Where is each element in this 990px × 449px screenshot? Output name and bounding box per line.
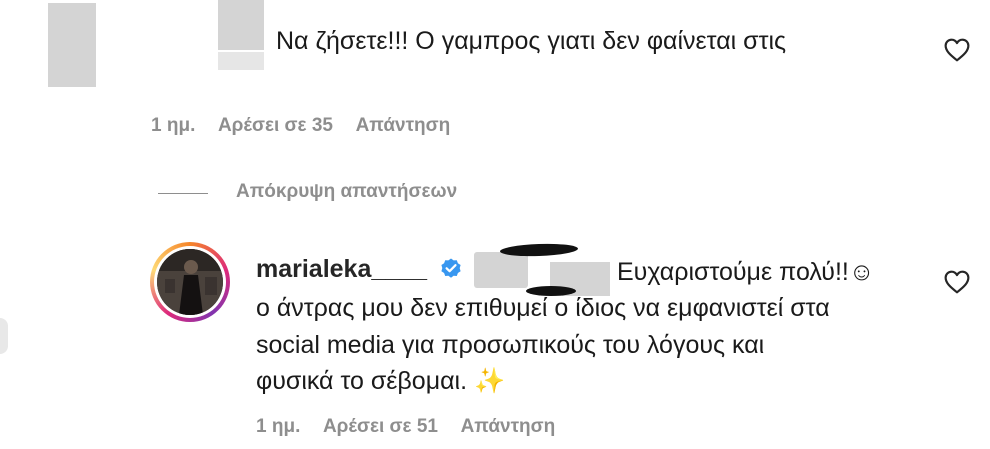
- comment-2-meta: 1 ημ. Αρέσει σε 51 Απάντηση: [256, 416, 573, 438]
- censored-mention: [474, 252, 528, 288]
- comment-2-line-1: Ευχαριστούμε πολύ!!☺: [617, 258, 875, 286]
- avatar-photo: [157, 249, 223, 315]
- censored-avatar: [48, 3, 96, 87]
- comment-1-time[interactable]: 1 ημ.: [151, 115, 195, 136]
- comment-2-header: marialeka____: [256, 255, 463, 284]
- person-silhouette-icon: [157, 249, 223, 315]
- comment-2-line-2: ο άντρας μου δεν επιθυμεί ο ίδιος να εμφ…: [256, 294, 830, 322]
- comment-1-likes[interactable]: Αρέσει σε 35: [218, 115, 333, 136]
- edge-shadow: [0, 318, 8, 354]
- avatar[interactable]: [150, 242, 230, 322]
- verified-badge-icon: [441, 258, 462, 278]
- comment-1-reply-button[interactable]: Απάντηση: [356, 115, 451, 136]
- heart-outline-icon[interactable]: [944, 38, 970, 62]
- comment-2-line-4: φυσικά το σέβομαι. ✨: [256, 367, 506, 395]
- censored-username: [218, 0, 264, 50]
- comment-2-time[interactable]: 1 ημ.: [256, 416, 300, 437]
- username-link[interactable]: marialeka____: [256, 255, 427, 283]
- replies-divider-line: [158, 193, 208, 194]
- comment-2-line-3: social media για προσωπικούς του λόγους …: [256, 331, 765, 359]
- comment-1-meta: 1 ημ. Αρέσει σε 35 Απάντηση: [151, 115, 468, 137]
- heart-outline-icon[interactable]: [944, 270, 970, 294]
- comment-2-reply-button[interactable]: Απάντηση: [461, 416, 556, 437]
- censor-scribble: [499, 242, 579, 258]
- comment-2-likes[interactable]: Αρέσει σε 51: [323, 416, 438, 437]
- hide-replies-button[interactable]: Απόκρυψη απαντήσεων: [236, 181, 457, 203]
- comment-1-text: Να ζήσετε!!! Ο γαμπρος γιατι δεν φαίνετα…: [276, 27, 787, 55]
- censored-username-tail: [218, 52, 264, 70]
